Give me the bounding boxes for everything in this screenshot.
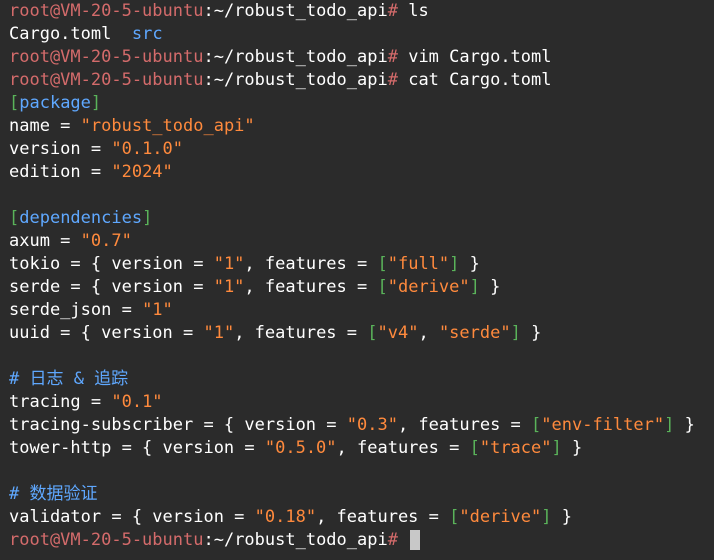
toml-text: , features = [244,277,378,297]
toml-value: "derive" [387,277,470,297]
toml-line-validator: validator = { version = "0.18", features… [9,507,572,527]
toml-line-axum: axum = "0.7" [9,230,714,253]
toml-key: tracing = [9,392,112,412]
toml-value: "0.5.0" [264,438,337,458]
toml-value: "serde" [438,323,511,343]
prompt-colon: : [203,1,214,21]
toml-line-serde-json: serde_json = "1" [9,299,714,322]
toml-text: , features = [244,254,378,274]
toml-line-tower-http: tower-http = { version = "0.5.0", featur… [9,438,583,458]
toml-value: "derive" [459,507,542,527]
prompt-user-host: root@VM-20-5-ubuntu [9,1,204,21]
toml-text: } [520,323,542,343]
toml-key: tracing-subscriber = { version = [9,415,347,435]
prompt-colon: : [203,47,214,67]
toml-text: } [551,507,572,527]
toml-key: validator = { version = [9,507,255,527]
toml-value: "0.3" [346,415,398,435]
toml-key: uuid = { version = [9,323,204,343]
prompt-colon: : [203,530,214,550]
toml-text: , features = [336,438,470,458]
prompt-path: ~/robust_todo_api [213,1,388,21]
toml-value: "1" [142,300,173,320]
toml-key: edition = [9,162,112,182]
command-text: cat Cargo.toml [397,70,552,90]
section-name: dependencies [19,208,143,228]
prompt-user-host: root@VM-20-5-ubuntu [9,70,204,90]
toml-key: tower-http = { version = [9,438,265,458]
ls-dir: src [131,24,163,44]
prompt-user-host: root@VM-20-5-ubuntu [9,47,204,67]
toml-key: version = [9,139,112,159]
toml-value: "1" [213,277,245,297]
prompt-colon: : [203,70,214,90]
toml-text: } [561,438,583,458]
prompt-line-vim: root@VM-20-5-ubuntu:~/robust_todo_api# v… [9,46,714,69]
ls-output: Cargo.toml src [9,23,714,46]
command-text: vim Cargo.toml [397,47,552,67]
toml-text: , features = [397,415,532,435]
toml-text: } [459,254,480,274]
prompt-user-host: root@VM-20-5-ubuntu [9,530,204,550]
toml-line-tracing: tracing = "0.1" [9,391,714,414]
prompt-path: ~/robust_todo_api [213,47,388,67]
toml-text: } [479,277,501,297]
toml-value: "0.7" [80,231,132,251]
toml-comment-logging: # 日志 & 追踪 [9,369,129,389]
toml-value: "env-filter" [541,415,665,435]
toml-key: serde = { version = [9,277,214,297]
text-cursor[interactable] [410,530,421,550]
prompt-path: ~/robust_todo_api [213,70,388,90]
toml-line-tracing-subscriber: tracing-subscriber = { version = "0.3", … [9,415,695,435]
prompt-symbol: # [387,70,398,90]
prompt-symbol: # [387,1,398,21]
prompt-symbol: # [387,47,398,67]
toml-value: "2024" [111,162,173,182]
toml-section-dependencies: [dependencies] [9,208,153,228]
prompt-line-current[interactable]: root@VM-20-5-ubuntu:~/robust_todo_api# [9,529,714,552]
toml-value: "1" [203,323,235,343]
terminal-window[interactable]: root@VM-20-5-ubuntu:~/robust_todo_api# l… [0,0,714,560]
toml-value: "0.18" [254,507,317,527]
toml-key: tokio = { version = [9,254,214,274]
toml-comment-validation: # 数据验证 [9,484,98,504]
prompt-path: ~/robust_todo_api [213,530,388,550]
toml-value: "full" [387,254,450,274]
toml-key: name = [9,116,81,136]
toml-value: "v4" [377,323,419,343]
toml-value: "0.1.0" [111,139,184,159]
command-text: ls [397,1,429,21]
section-name: package [19,93,91,113]
toml-text: , features = [316,507,450,527]
prompt-line-cat: root@VM-20-5-ubuntu:~/robust_todo_api# c… [9,69,714,92]
toml-line-version: version = "0.1.0" [9,138,714,161]
toml-value: "robust_todo_api" [80,116,255,136]
toml-line-name: name = "robust_todo_api" [9,115,714,138]
toml-key: axum = [9,231,81,251]
toml-value: "0.1" [111,392,163,412]
prompt-symbol: # [387,530,398,550]
toml-line-tokio: tokio = { version = "1", features = ["fu… [9,254,480,274]
toml-value: "1" [213,254,245,274]
toml-text: , [418,323,439,343]
prompt-line-ls: root@VM-20-5-ubuntu:~/robust_todo_api# l… [9,0,714,23]
toml-text: } [674,415,695,435]
toml-section-package: [package] [9,93,102,113]
toml-line-serde: serde = { version = "1", features = ["de… [9,277,501,297]
toml-value: "trace" [479,438,552,458]
ls-file: Cargo.toml [9,24,112,44]
toml-line-uuid: uuid = { version = "1", features = ["v4"… [9,323,542,343]
toml-text: , features = [234,323,368,343]
toml-line-edition: edition = "2024" [9,161,714,184]
toml-key: serde_json = [9,300,143,320]
